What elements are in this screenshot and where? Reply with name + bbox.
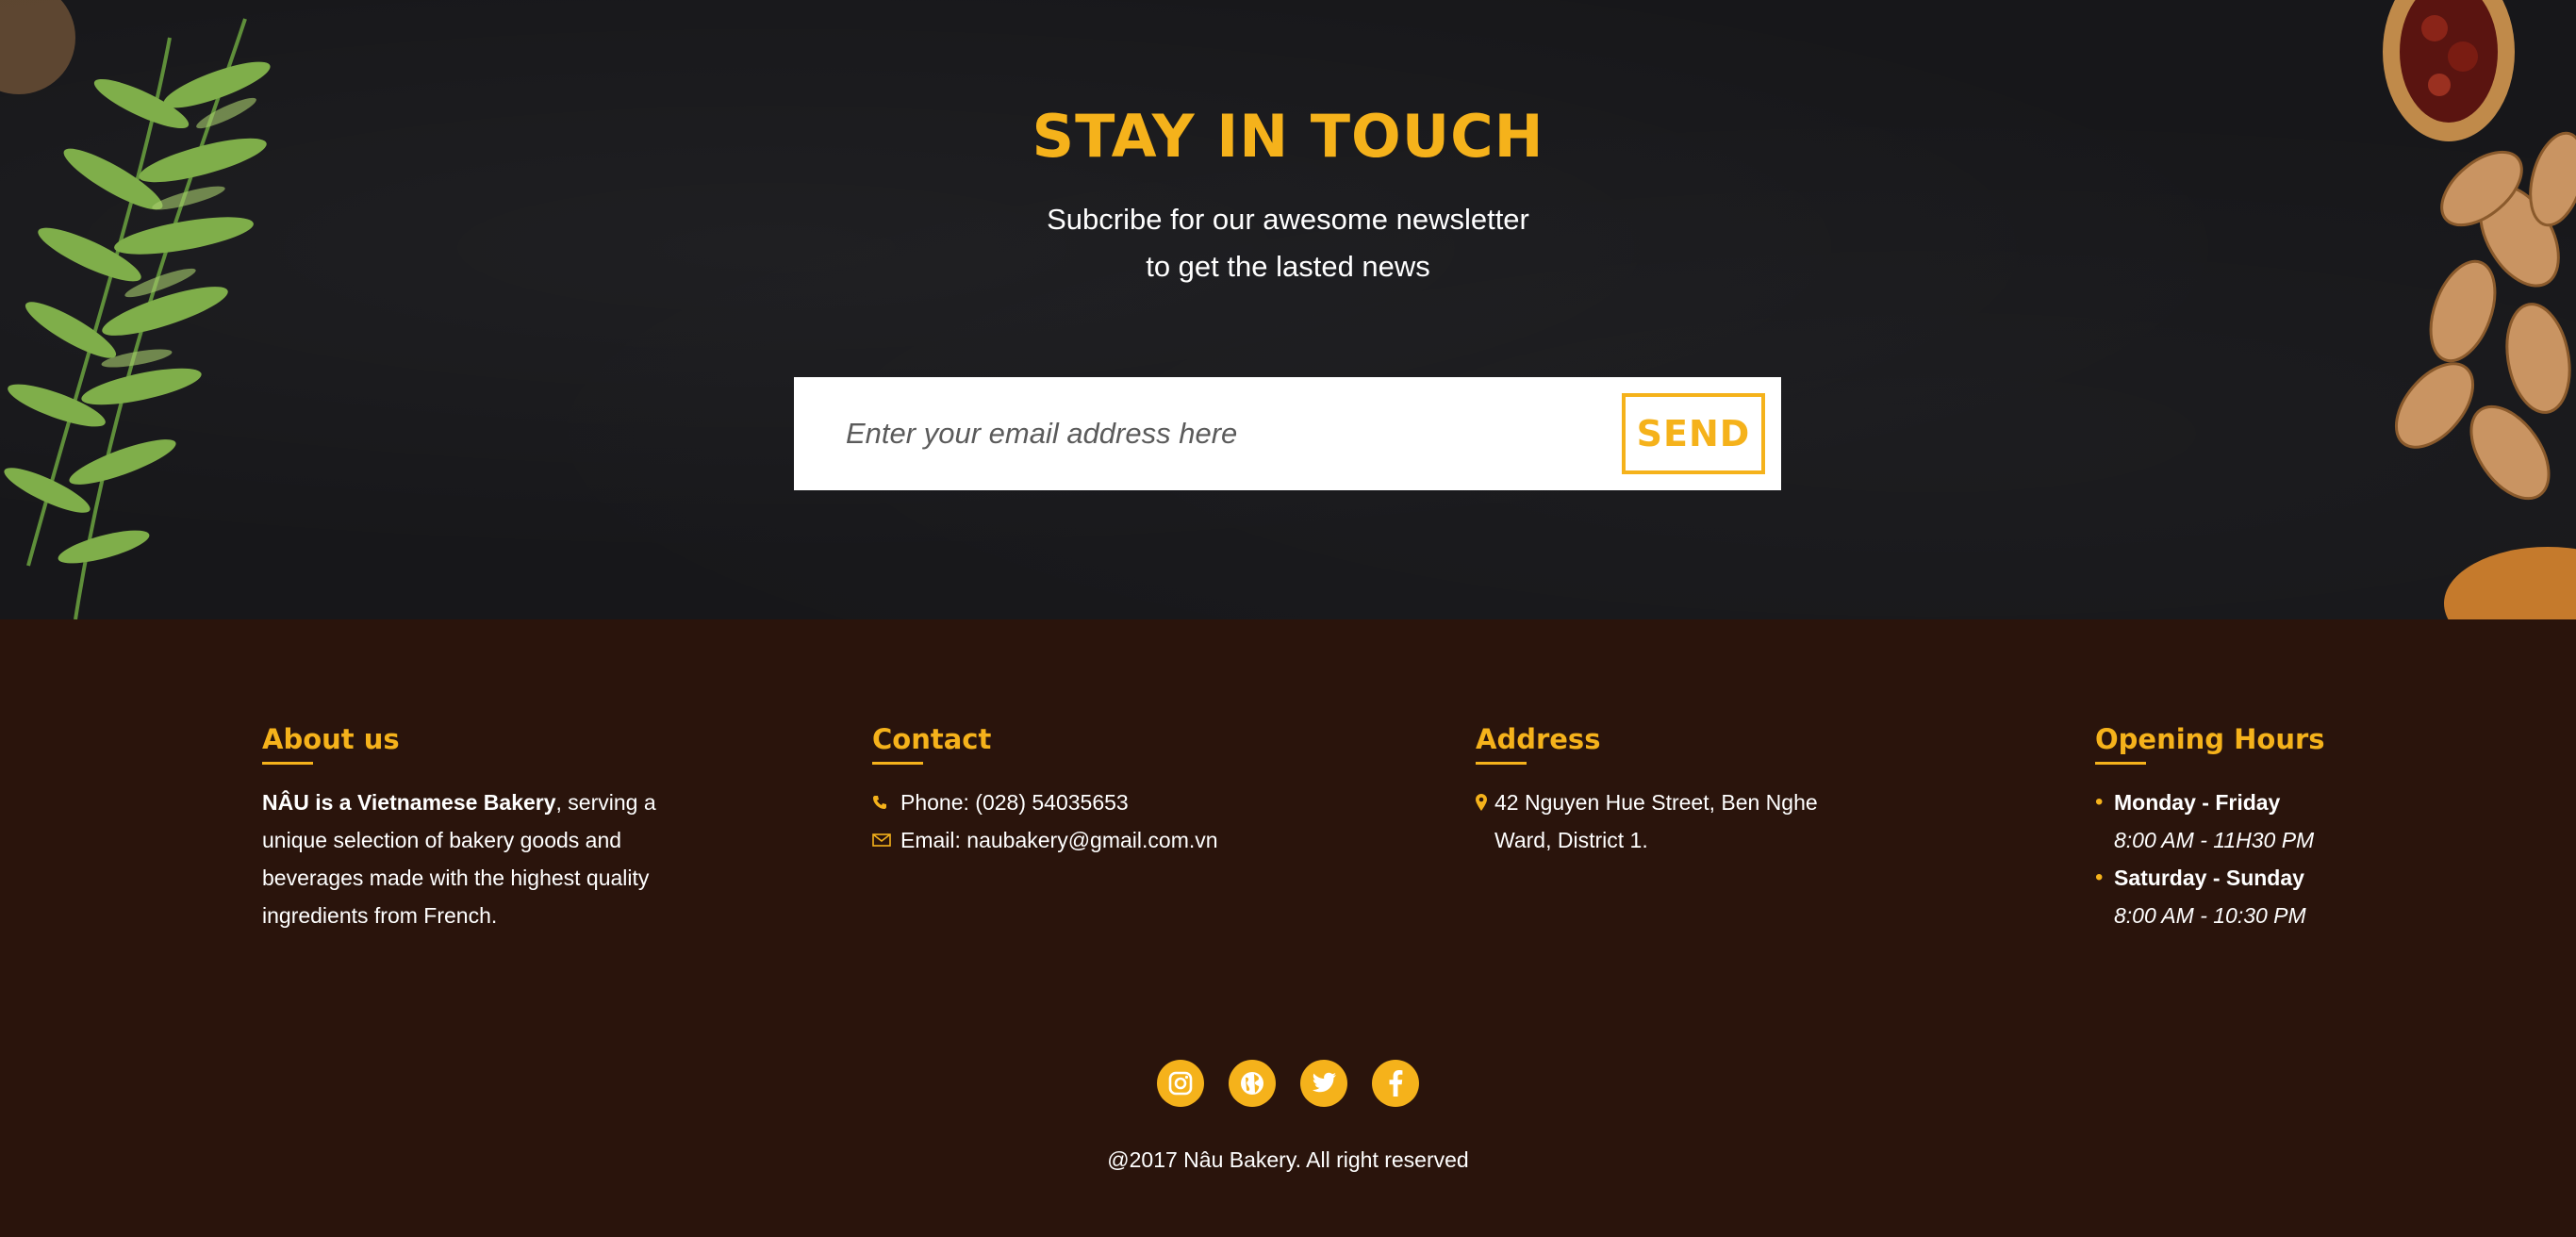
twitter-icon — [1312, 1072, 1336, 1093]
list-item: • Saturday - Sunday 8:00 AM - 10:30 PM — [2095, 859, 2397, 934]
nuts-decoration — [2383, 0, 2576, 619]
address-text: 42 Nguyen Hue Street, Ben Nghe Ward, Dis… — [1494, 783, 1818, 859]
website-link[interactable] — [1229, 1060, 1276, 1107]
contact-phone-row: Phone: (028) 54035653 — [872, 783, 1362, 821]
hours-days: Saturday - Sunday — [2114, 866, 2304, 890]
subscribe-form: SEND — [794, 377, 1781, 490]
newsletter-title: STAY IN TOUCH — [1032, 102, 1544, 171]
mail-icon — [872, 821, 900, 859]
map-pin-icon — [1476, 783, 1494, 821]
newsletter-subtitle-line2: to get the lasted news — [1146, 250, 1430, 283]
instagram-icon — [1168, 1071, 1193, 1096]
newsletter-section: STAY IN TOUCH Subcribe for our awesome n… — [0, 0, 2576, 619]
about-brand: NÂU is a Vietnamese Bakery — [262, 790, 556, 815]
facebook-link[interactable] — [1372, 1060, 1419, 1107]
opening-hours-column: Opening Hours • Monday - Friday 8:00 AM … — [2095, 723, 2397, 934]
globe-icon — [1241, 1072, 1263, 1095]
newsletter-subtitle: Subcribe for our awesome newsletter — [1047, 203, 1529, 236]
hours-title: Opening Hours — [2095, 723, 2325, 765]
phone-icon — [872, 783, 900, 821]
site-footer: About us NÂU is a Vietnamese Bakery, ser… — [0, 619, 2576, 1237]
contact-phone: Phone: (028) 54035653 — [900, 790, 1129, 815]
bullet-icon: • — [2095, 865, 2104, 890]
about-column: About us NÂU is a Vietnamese Bakery, ser… — [262, 723, 696, 934]
hours-time: 8:00 AM - 10:30 PM — [2114, 903, 2306, 928]
copyright: @2017 Nâu Bakery. All right reserved — [1107, 1147, 1469, 1172]
address-line1: 42 Nguyen Hue Street, Ben Nghe — [1494, 790, 1818, 815]
bullet-icon: • — [2095, 789, 2104, 815]
fern-decoration — [0, 0, 271, 619]
contact-email-row: Email: naubakery@gmail.com.vn — [872, 821, 1362, 859]
about-text: NÂU is a Vietnamese Bakery, serving a un… — [262, 783, 696, 934]
email-input[interactable] — [846, 396, 1619, 471]
social-links — [0, 1060, 2576, 1107]
contact-column: Contact Phone: (028) 54035653 Email: nau… — [872, 723, 1362, 859]
address-row: 42 Nguyen Hue Street, Ben Nghe Ward, Dis… — [1476, 783, 1872, 859]
contact-title: Contact — [872, 723, 991, 765]
address-line2: Ward, District 1. — [1494, 828, 1648, 852]
facebook-icon — [1389, 1070, 1403, 1097]
hours-time: 8:00 AM - 11H30 PM — [2114, 828, 2315, 852]
instagram-link[interactable] — [1157, 1060, 1204, 1107]
hours-days: Monday - Friday — [2114, 790, 2281, 815]
contact-email[interactable]: Email: naubakery@gmail.com.vn — [900, 821, 1218, 859]
address-title: Address — [1476, 723, 1600, 765]
hours-list: • Monday - Friday 8:00 AM - 11H30 PM • S… — [2095, 783, 2397, 934]
send-button[interactable]: SEND — [1622, 393, 1765, 474]
about-title: About us — [262, 723, 400, 765]
list-item: • Monday - Friday 8:00 AM - 11H30 PM — [2095, 783, 2397, 859]
address-column: Address 42 Nguyen Hue Street, Ben Nghe W… — [1476, 723, 1872, 859]
twitter-link[interactable] — [1300, 1060, 1347, 1107]
